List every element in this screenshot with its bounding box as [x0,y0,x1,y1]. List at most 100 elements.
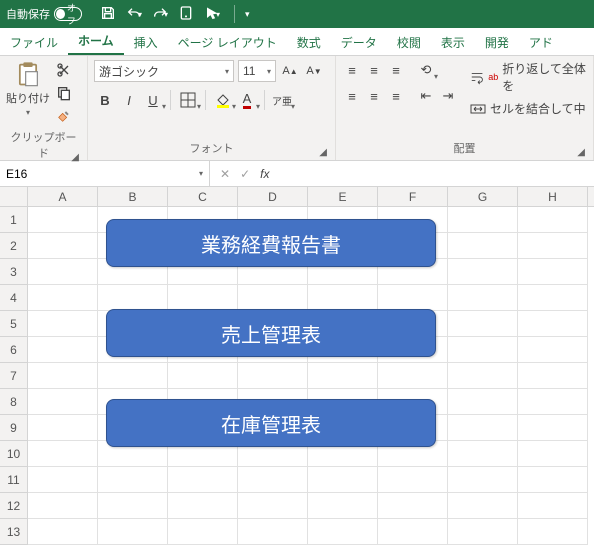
cell[interactable] [308,493,378,519]
cell[interactable] [28,337,98,363]
cell[interactable] [518,363,588,389]
cell[interactable] [28,207,98,233]
tab-file[interactable]: ファイル [0,28,68,55]
chevron-down-icon[interactable]: ▾ [162,102,166,111]
col-header[interactable]: A [28,187,98,206]
chevron-down-icon[interactable]: ▾ [197,102,201,111]
row-header[interactable]: 5 [0,311,28,337]
toggle-switch[interactable]: オフ [54,7,82,21]
cell[interactable] [448,363,518,389]
worksheet-grid[interactable]: A B C D E F G H 12345678910111213 業務経費報告… [0,187,594,555]
tab-review[interactable]: 校閲 [387,28,431,55]
cell[interactable] [308,363,378,389]
font-name-combo[interactable]: 游ゴシック ▾ [94,60,234,82]
cell[interactable] [98,467,168,493]
chevron-down-icon[interactable]: ▾ [256,102,260,111]
chevron-down-icon[interactable]: ▾ [225,67,229,76]
col-header[interactable]: G [448,187,518,206]
decrease-indent-icon[interactable]: ⇤ [416,86,436,106]
cell[interactable] [518,233,588,259]
insert-function-icon[interactable]: fx [260,167,269,181]
cell[interactable] [448,493,518,519]
cell[interactable] [518,415,588,441]
enter-formula-icon[interactable]: ✓ [240,167,250,181]
align-left-icon[interactable]: ≡ [342,86,362,106]
tab-home[interactable]: ホーム [68,26,124,55]
cell[interactable] [378,285,448,311]
dialog-launcher-icon[interactable]: ◢ [71,152,79,163]
row-header[interactable]: 13 [0,519,28,545]
underline-button[interactable]: U▾ [142,90,164,110]
col-header[interactable]: C [168,187,238,206]
cell[interactable] [518,493,588,519]
cell[interactable] [168,363,238,389]
autosave-toggle[interactable]: 自動保存 オフ [6,6,82,22]
bold-button[interactable]: B [94,90,116,110]
dialog-launcher-icon[interactable]: ◢ [577,147,585,158]
cell[interactable] [518,467,588,493]
cell[interactable] [308,519,378,545]
align-right-icon[interactable]: ≡ [386,86,406,106]
touch-mode-icon[interactable] [178,5,194,24]
cell[interactable] [238,493,308,519]
cell[interactable] [448,441,518,467]
cell[interactable] [28,467,98,493]
row-header[interactable]: 12 [0,493,28,519]
name-box-input[interactable] [6,167,66,181]
copy-icon[interactable] [56,85,72,104]
cell[interactable] [448,389,518,415]
row-header[interactable]: 2 [0,233,28,259]
merge-cells-button[interactable]: セルを結合して中 [470,100,587,117]
cell[interactable] [168,493,238,519]
chevron-down-icon[interactable]: ▾ [291,102,295,111]
cell[interactable] [28,285,98,311]
col-header[interactable]: F [378,187,448,206]
increase-indent-icon[interactable]: ⇥ [438,86,458,106]
cell[interactable] [518,207,588,233]
row-header[interactable]: 4 [0,285,28,311]
align-bottom-icon[interactable]: ≡ [386,60,406,80]
cell[interactable] [28,259,98,285]
qat-customize-icon[interactable]: ▾ [245,9,250,20]
chevron-down-icon[interactable]: ▾ [199,169,203,178]
cut-icon[interactable] [56,62,72,81]
cell[interactable] [448,519,518,545]
cell[interactable] [28,389,98,415]
cell[interactable] [28,363,98,389]
cell[interactable] [378,467,448,493]
cell[interactable] [378,519,448,545]
cell[interactable] [28,415,98,441]
cell[interactable] [518,337,588,363]
tab-addin[interactable]: アド [519,28,563,55]
cell[interactable] [98,519,168,545]
align-center-icon[interactable]: ≡ [364,86,384,106]
col-header[interactable]: H [518,187,588,206]
row-header[interactable]: 9 [0,415,28,441]
chevron-down-icon[interactable]: ▾ [138,10,142,19]
col-header[interactable]: E [308,187,378,206]
cell[interactable] [28,441,98,467]
row-header[interactable]: 10 [0,441,28,467]
italic-button[interactable]: I [118,90,140,110]
phonetic-button[interactable]: ア亜▾ [271,90,293,110]
cell[interactable] [238,467,308,493]
paste-button[interactable]: 貼り付け ▾ [6,60,50,117]
cell[interactable] [378,363,448,389]
cell[interactable] [168,519,238,545]
redo-icon[interactable]: ▾ [152,6,168,22]
cell[interactable] [448,467,518,493]
cell[interactable] [448,337,518,363]
align-middle-icon[interactable]: ≡ [364,60,384,80]
dialog-launcher-icon[interactable]: ◢ [319,147,327,158]
cursor-icon[interactable]: ▾ [204,6,220,22]
font-color-button[interactable]: A▾ [236,90,258,110]
align-top-icon[interactable]: ≡ [342,60,362,80]
cell[interactable] [168,467,238,493]
row-header[interactable]: 7 [0,363,28,389]
cell[interactable] [448,311,518,337]
format-painter-icon[interactable] [56,108,72,127]
undo-icon[interactable]: ▾ [126,6,142,22]
cell[interactable] [448,285,518,311]
orientation-button[interactable]: ⟲▾ [416,60,436,80]
col-header[interactable]: B [98,187,168,206]
